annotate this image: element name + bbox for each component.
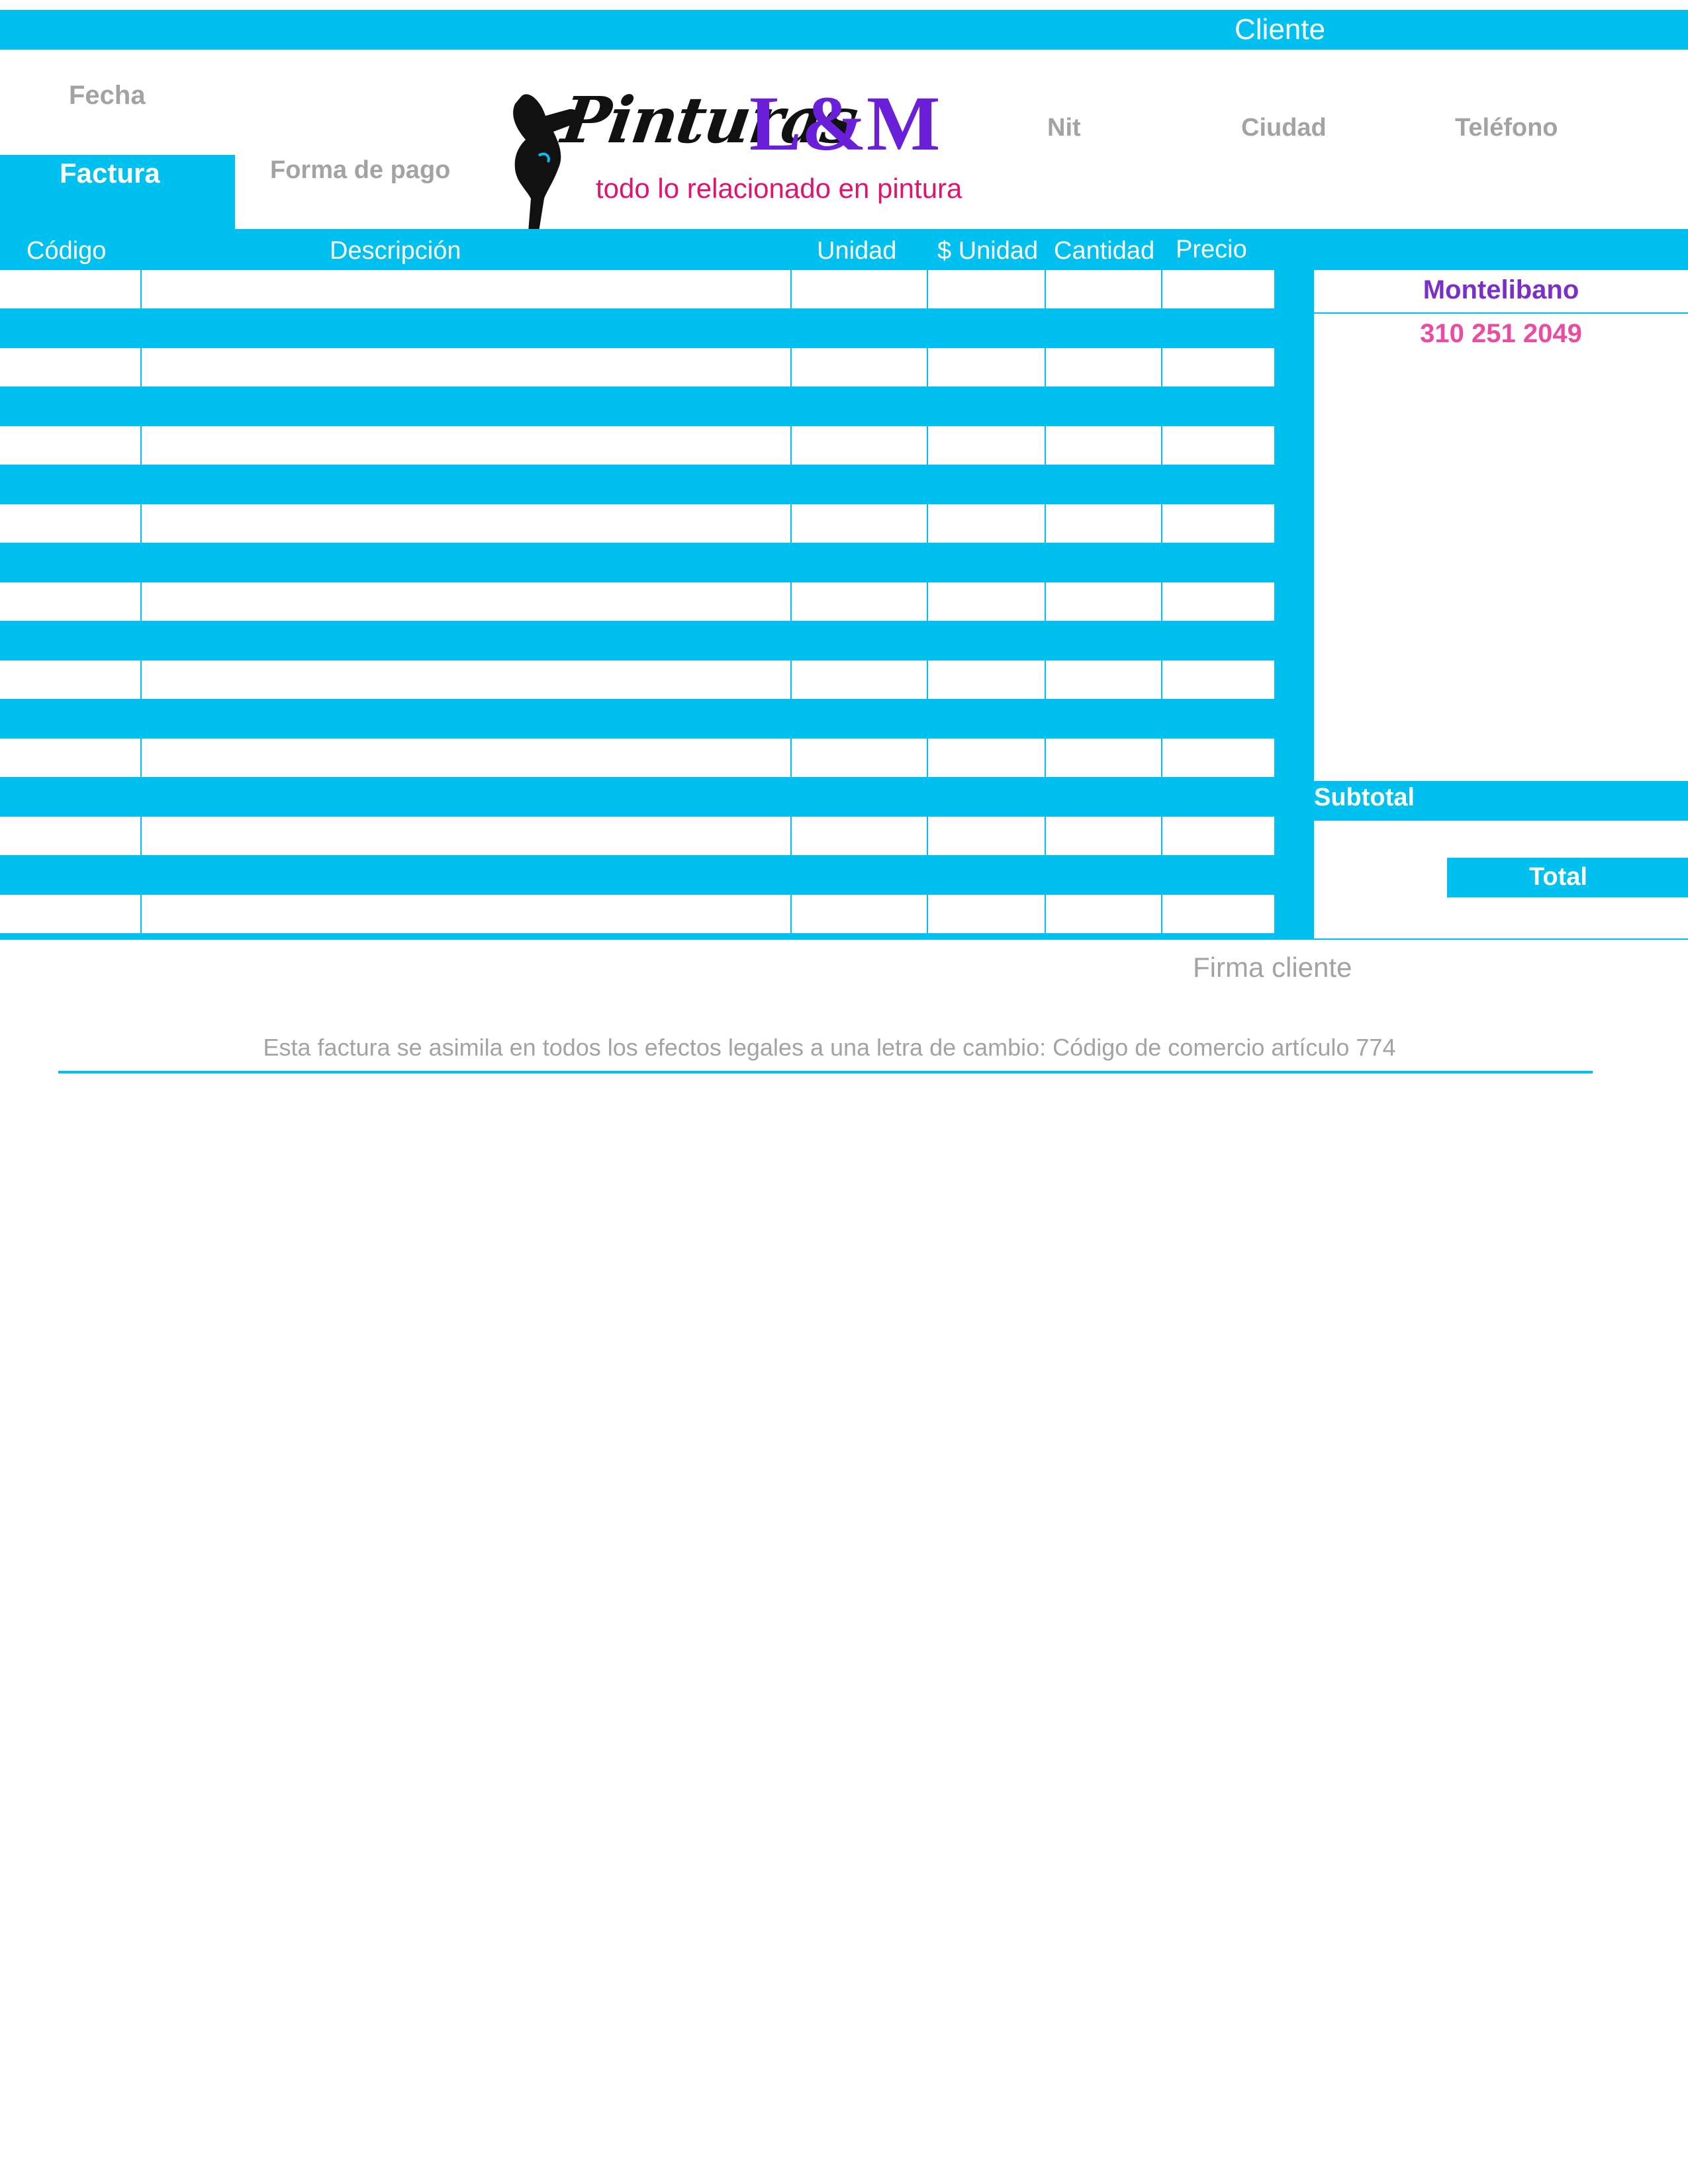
iva-label: Iva xyxy=(1346,825,1382,852)
cell-descripcion[interactable] xyxy=(140,426,790,465)
cell-descripcion[interactable] xyxy=(140,660,790,699)
side-phone: 310 251 2049 xyxy=(1420,319,1582,348)
legal-underline xyxy=(58,1071,1593,1073)
cell-precio-unidad[interactable] xyxy=(927,660,1045,699)
cell-descripcion[interactable] xyxy=(140,895,790,933)
cell-precio[interactable] xyxy=(1161,895,1274,933)
cell-descripcion[interactable] xyxy=(140,270,790,308)
cell-unidad[interactable] xyxy=(790,660,927,699)
side-panel-divider xyxy=(1314,312,1688,314)
cell-precio[interactable] xyxy=(1161,817,1274,855)
cell-precio-unidad[interactable] xyxy=(927,582,1045,621)
side-city: Montelibano xyxy=(1423,275,1579,304)
cell-cantidad[interactable] xyxy=(1045,504,1161,543)
cell-cantidad[interactable] xyxy=(1045,270,1161,308)
cell-cantidad[interactable] xyxy=(1045,895,1161,933)
brand-tagline: todo lo relacionado en pintura xyxy=(596,173,962,204)
cell-descripcion[interactable] xyxy=(140,817,790,855)
cell-precio-unidad[interactable] xyxy=(927,895,1045,933)
cell-descripcion[interactable] xyxy=(140,504,790,543)
cell-precio[interactable] xyxy=(1161,504,1274,543)
cell-unidad[interactable] xyxy=(790,270,927,308)
cell-unidad[interactable] xyxy=(790,426,927,465)
table-row xyxy=(0,895,1274,933)
cell-cantidad[interactable] xyxy=(1045,348,1161,387)
cell-precio-unidad[interactable] xyxy=(927,426,1045,465)
cell-cantidad[interactable] xyxy=(1045,817,1161,855)
cell-cantidad[interactable] xyxy=(1045,582,1161,621)
cell-precio[interactable] xyxy=(1161,348,1274,387)
nit-label: Nit xyxy=(1047,114,1081,142)
cell-descripcion[interactable] xyxy=(140,739,790,777)
cell-codigo[interactable] xyxy=(0,270,140,308)
cell-cantidad[interactable] xyxy=(1045,739,1161,777)
cell-precio[interactable] xyxy=(1161,582,1274,621)
cell-codigo[interactable] xyxy=(0,817,140,855)
table-row xyxy=(0,270,1274,308)
cell-codigo[interactable] xyxy=(0,895,140,933)
cell-codigo[interactable] xyxy=(0,504,140,543)
total-label: Total xyxy=(1529,863,1587,891)
col-header-cantidad: Cantidad xyxy=(1054,237,1155,265)
ciudad-label: Ciudad xyxy=(1241,114,1327,142)
col-header-precio: Precio xyxy=(1176,236,1247,263)
cell-cantidad[interactable] xyxy=(1045,426,1161,465)
cell-precio-unidad[interactable] xyxy=(927,270,1045,308)
cell-precio-unidad[interactable] xyxy=(927,348,1045,387)
table-row xyxy=(0,739,1274,777)
col-header-precio-unidad: $ Unidad xyxy=(937,237,1039,265)
cell-unidad[interactable] xyxy=(790,895,927,933)
col-header-unidad: Unidad xyxy=(817,237,897,265)
telefono-label: Teléfono xyxy=(1455,114,1558,142)
firma-label: Firma cliente xyxy=(1193,952,1352,983)
table-row xyxy=(0,817,1274,855)
cell-precio-unidad[interactable] xyxy=(927,504,1045,543)
cell-codigo[interactable] xyxy=(0,582,140,621)
cell-precio-unidad[interactable] xyxy=(927,739,1045,777)
table-row xyxy=(0,582,1274,621)
iva-value-box[interactable] xyxy=(1447,821,1688,858)
cell-codigo[interactable] xyxy=(0,348,140,387)
cell-precio[interactable] xyxy=(1161,660,1274,699)
fecha-label: Fecha xyxy=(69,81,146,110)
table-row xyxy=(0,348,1274,387)
total-value-box[interactable] xyxy=(1447,897,1688,938)
cell-descripcion[interactable] xyxy=(140,582,790,621)
cell-precio[interactable] xyxy=(1161,270,1274,308)
cell-unidad[interactable] xyxy=(790,504,927,543)
factura-label: Factura xyxy=(60,158,160,189)
table-row xyxy=(0,504,1274,543)
cell-codigo[interactable] xyxy=(0,426,140,465)
cell-unidad[interactable] xyxy=(790,582,927,621)
cell-cantidad[interactable] xyxy=(1045,660,1161,699)
cell-descripcion[interactable] xyxy=(140,348,790,387)
cell-precio-unidad[interactable] xyxy=(927,817,1045,855)
brand-mark: L&M xyxy=(749,80,941,167)
col-header-descripcion: Descripción xyxy=(330,237,461,265)
table-bottom-rule xyxy=(0,938,1688,940)
cell-unidad[interactable] xyxy=(790,348,927,387)
brand-logo: Pinturas L&M todo lo relacionado en pint… xyxy=(490,80,980,248)
forma-pago-label: Forma de pago xyxy=(270,156,451,184)
cell-unidad[interactable] xyxy=(790,817,927,855)
table-row xyxy=(0,426,1274,465)
legal-text: Esta factura se asimila en todos los efe… xyxy=(263,1034,1396,1061)
cell-precio[interactable] xyxy=(1161,739,1274,777)
cell-codigo[interactable] xyxy=(0,739,140,777)
subtotal-label: Subtotal xyxy=(1314,784,1415,811)
table-row xyxy=(0,660,1274,699)
cell-unidad[interactable] xyxy=(790,739,927,777)
cell-codigo[interactable] xyxy=(0,660,140,699)
col-header-codigo: Código xyxy=(26,237,107,265)
cliente-label: Cliente xyxy=(1235,13,1325,46)
cell-precio[interactable] xyxy=(1161,426,1274,465)
top-banner xyxy=(0,10,1688,50)
